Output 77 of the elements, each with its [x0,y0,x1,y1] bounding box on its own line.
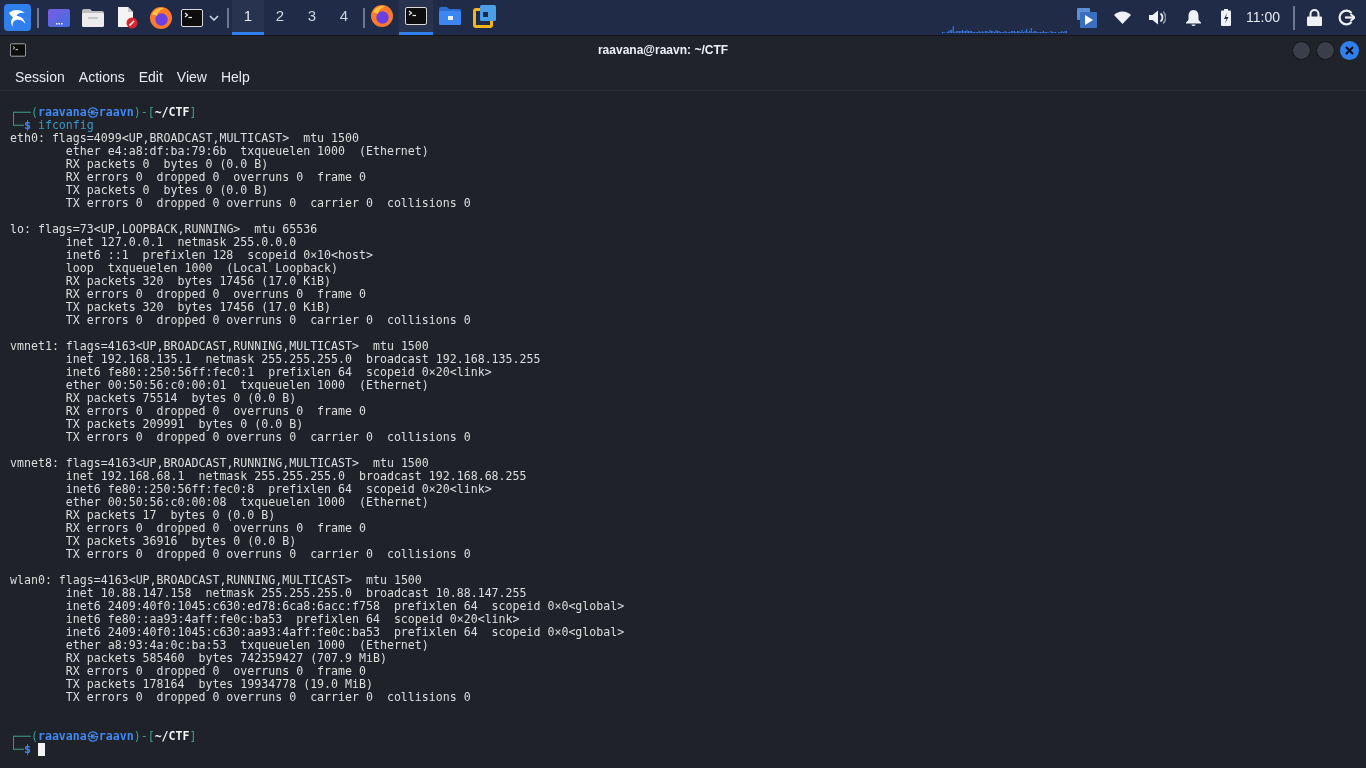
lock-icon[interactable] [1307,9,1322,26]
document-edit-icon[interactable] [116,6,138,29]
output-line: inet 192.168.135.1 netmask 255.255.255.0 broadcast 192.168.135.255 [65,353,541,366]
menu-item[interactable]: Actions [71,66,132,88]
window-play-icon[interactable] [1077,7,1097,28]
output-line: RX errors 0 dropped 0 overruns 0 frame 0 [65,171,366,184]
prompt-line: ┌──(raavana㉿raavn)-[~/CTF] [10,730,197,743]
output-line: eth0: flags=4099<UP,BROADCAST,MULTICAST> mtu 1500 [10,132,359,145]
output-line: TX errors 0 dropped 0 overruns 0 carrier 0 collisions 0 [65,314,471,327]
output-line: loop txqueuelen 1000 (Local Loopback) [65,262,339,275]
output-line: inet 192.168.68.1 netmask 255.255.255.0 broadcast 192.168.68.255 [65,470,527,483]
folder-icon[interactable] [82,8,104,27]
output-line: TX packets 320 bytes 17456 (17.0 KiB) [65,301,332,314]
output-line: ether a8:93:4a:0c:ba:53 txqueuelen 1000 (Ethernet) [65,639,429,652]
terminal-icon [405,7,427,25]
close-icon [1345,45,1354,55]
output-line: RX errors 0 dropped 0 overruns 0 frame 0 [65,405,366,418]
output-line: vmnet1: flags=4163<UP,BROADCAST,RUNNING,MULTICAST> mtu 1500 [10,340,429,353]
output-line: ether e4:a8:df:ba:79:6b txqueuelen 1000 (Ethernet) [65,145,429,158]
taskbar-window-button[interactable] [399,0,433,35]
output-line: ether 00:50:56:c0:00:08 txqueuelen 1000 (Ethernet) [65,496,429,509]
desktop-icon[interactable] [48,8,70,27]
output-line: RX packets 585460 bytes 742359427 (707.9 MiB) [65,652,387,665]
output-line: TX packets 36916 bytes 0 (0.0 B) [65,535,297,548]
output-line: TX errors 0 dropped 0 overruns 0 carrier 0 collisions 0 [65,691,471,704]
wifi-icon[interactable] [1114,11,1131,24]
output-line: TX errors 0 dropped 0 overruns 0 carrier 0 collisions 0 [65,548,471,561]
output-line: TX packets 0 bytes 0 (0.0 B) [65,184,269,197]
close-button[interactable] [1340,40,1359,60]
output-line: TX errors 0 dropped 0 overruns 0 carrier 0 collisions 0 [65,431,471,444]
volume-icon[interactable] [1149,10,1166,25]
workspace-tab[interactable]: 2 [264,0,296,35]
output-line: inet6 2409:40f0:1045:c630:aa93:4aff:fe0c:ba53 prefixlen 64 scopeid 0×0<global> [65,626,625,639]
command-line: └─$ ifconfig [10,119,94,132]
menu-item[interactable]: View [169,66,214,88]
logout-icon[interactable] [1338,9,1355,26]
output-line: inet6 2409:40f0:1045:c630:ed78:6ca8:6acc:f758 prefixlen 64 scopeid 0×0<global> [65,600,625,613]
terminal-icon[interactable] [181,8,203,27]
output-line: lo: flags=73<UP,LOOPBACK,RUNNING> mtu 65536 [10,223,318,236]
output-line: inet 127.0.0.1 netmask 255.0.0.0 [65,236,297,249]
output-line: TX errors 0 dropped 0 overruns 0 carrier 0 collisions 0 [65,197,471,210]
output-line: ether 00:50:56:c0:00:01 txqueuelen 1000 (Ethernet) [65,379,429,392]
output-line: TX packets 178164 bytes 19934778 (19.0 MiB) [65,678,373,691]
output-line: RX packets 320 bytes 17456 (17.0 KiB) [65,275,332,288]
output-line: RX packets 0 bytes 0 (0.0 B) [65,158,269,171]
menu-item[interactable]: Session [8,66,72,88]
globe-icon [371,5,393,27]
output-line: wlan0: flags=4163<UP,BROADCAST,RUNNING,MULTICAST> mtu 1500 [10,574,422,587]
output-line: RX packets 17 bytes 0 (0.0 B) [65,509,276,522]
menu-item[interactable]: Edit [131,66,170,88]
prompt-line: ┌──(raavana㉿raavn)-[~/CTF] [10,106,197,119]
overlapping-squares-icon [472,4,496,28]
output-line: TX packets 209991 bytes 0 (0.0 B) [65,418,304,431]
workspace-tab[interactable]: 1 [232,0,264,35]
output-line: inet6 fe80::250:56ff:fec0:8 prefixlen 64 scopeid 0×20<link> [65,483,492,496]
workspace-tab[interactable]: 4 [328,0,360,35]
menu-item[interactable]: Help [213,66,257,88]
bell-icon[interactable] [1186,9,1201,26]
output-line: inet6 fe80::250:56ff:fec0:1 prefixlen 64 scopeid 0×20<link> [65,366,492,379]
output-line: inet6 fe80::aa93:4aff:fe0c:ba53 prefixlen 64 scopeid 0×20<link> [65,613,520,626]
output-line: inet 10.88.147.158 netmask 255.255.255.0 broadcast 10.88.147.255 [65,587,527,600]
output-line: inet6 ::1 prefixlen 128 scopeid 0×10<host> [65,249,373,262]
logo-icon[interactable] [4,4,31,31]
output-line: RX errors 0 dropped 0 overruns 0 frame 0 [65,288,366,301]
chevron-down-icon[interactable] [209,14,219,21]
workspace-tab[interactable]: 3 [296,0,328,35]
terminal-icon [10,43,26,57]
folder-icon [439,7,461,25]
window-title: raavana@raavn: ~/CTF [597,42,729,59]
battery-charging-icon[interactable] [1221,9,1231,26]
clock-text[interactable]: 11:00 [1246,7,1280,28]
output-line: RX packets 75514 bytes 0 (0.0 B) [65,392,297,405]
output-line: vmnet8: flags=4163<UP,BROADCAST,RUNNING,MULTICAST> mtu 1500 [10,457,429,470]
output-line: RX errors 0 dropped 0 overruns 0 frame 0 [65,665,366,678]
command-line: └─$ [10,743,31,756]
globe-icon[interactable] [150,6,172,29]
output-line: RX errors 0 dropped 0 overruns 0 frame 0 [65,522,366,535]
